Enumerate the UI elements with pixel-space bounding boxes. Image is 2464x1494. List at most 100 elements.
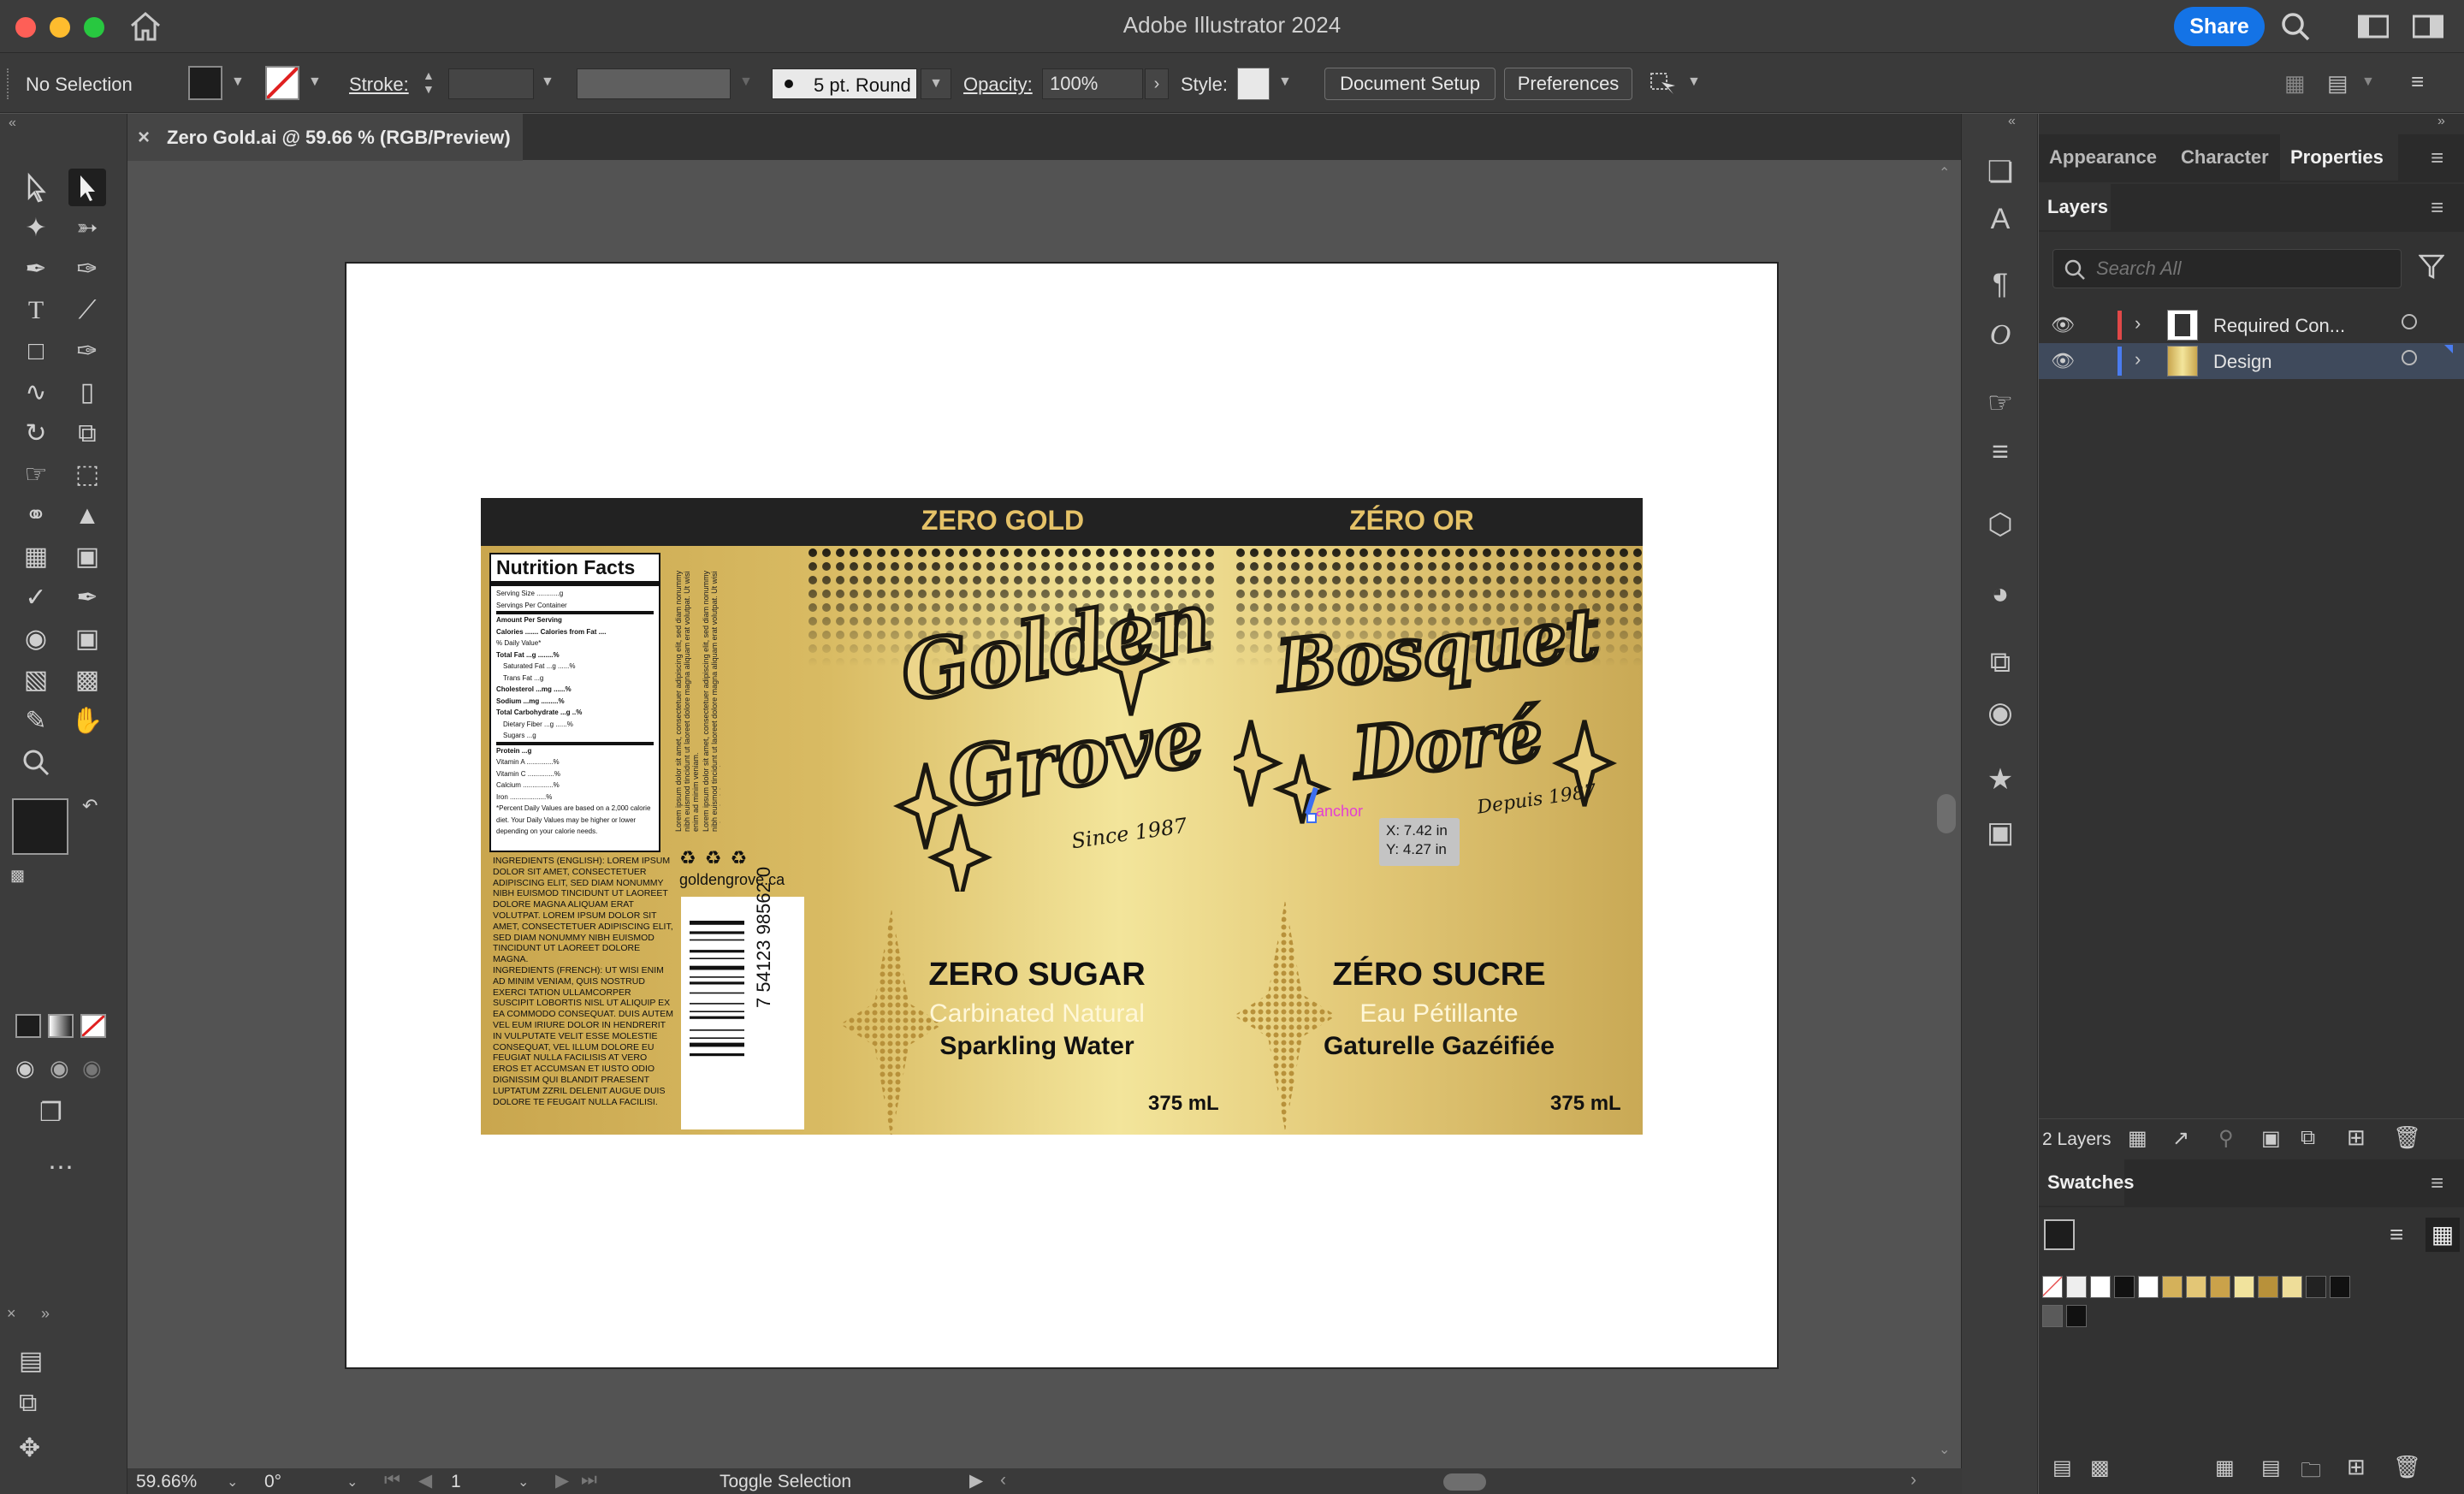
artboard-tool-icon[interactable]: ▩ [68,661,106,699]
direct-selection-tool-icon[interactable] [68,169,106,206]
swatch-chip[interactable] [2162,1276,2183,1298]
layer-name[interactable]: Required Con... [2213,315,2345,337]
layers-search-input[interactable] [2096,257,2387,281]
swatch-chip[interactable] [2210,1276,2230,1298]
transparency-icon[interactable]: ◉ [1962,696,2039,730]
magic-wand-tool-icon[interactable]: ✦ [17,210,55,247]
warp-tool-icon[interactable]: ☞ [17,456,55,494]
align-panel-icon[interactable]: ▤ [19,1346,43,1376]
collect-export-icon[interactable]: ▦ [2128,1126,2147,1151]
align-chevron-icon[interactable]: ▼ [2361,74,2375,90]
swatch-chip[interactable] [2138,1276,2159,1298]
document-tab[interactable]: × Zero Gold.ai @ 59.66 % (RGB/Preview) [127,114,523,161]
swatch-libraries-icon[interactable]: ▤ [2052,1455,2072,1480]
measure-tool-icon[interactable]: ✒ [68,579,106,617]
layer-row-required[interactable]: 👁 › Required Con... [2039,307,2464,343]
eyedropper-tool-icon[interactable]: ✓ [17,579,55,617]
zoom-tool-icon[interactable] [17,744,55,781]
zoom-chevron-icon[interactable]: ⌄ [227,1473,238,1491]
new-swatch-icon[interactable]: ⊞ [2347,1454,2366,1480]
stroke-weight-field[interactable] [448,68,534,99]
mini-panel-close-icon[interactable]: × [7,1305,16,1323]
rotate-tool-icon[interactable]: ↻ [17,415,55,453]
vertical-scrollbar[interactable]: ⌃ ⌄ [1932,161,1961,1468]
none-mode-icon[interactable] [80,1014,106,1038]
workspace-switcher-icon[interactable] [2357,14,2390,39]
shape-builder-tool-icon[interactable]: ⚭ [17,497,55,535]
color-palette-icon[interactable]: ★ [1962,762,2039,797]
filter-icon[interactable] [2418,252,2445,284]
pen-tool-icon[interactable]: ✒ [17,251,55,288]
artboard-chevron-icon[interactable]: ⌄ [518,1473,529,1491]
eraser-tool-icon[interactable]: ▯ [68,374,106,412]
swatch-chip[interactable] [2066,1305,2087,1327]
swatch-chip[interactable] [2258,1276,2278,1298]
share-button[interactable]: Share [2174,7,2265,46]
close-tab-icon[interactable]: × [138,126,150,150]
opacity-label[interactable]: Opacity: [963,74,1033,96]
swatch-chip[interactable] [2090,1276,2111,1298]
variable-width-profile[interactable] [577,68,731,99]
paragraph-icon[interactable]: ¶ [1962,268,2039,301]
mini-panel-expand-icon[interactable]: » [41,1305,50,1323]
scroll-left-arrow-icon[interactable]: ‹ [1000,1470,1006,1491]
list-view-icon[interactable]: ≡ [2390,1221,2403,1248]
curvature-tool-icon[interactable]: ✑ [68,251,106,288]
export-layer-icon[interactable]: ↗ [2172,1126,2189,1151]
panel-toggle-icon[interactable] [2412,14,2444,39]
align-icon[interactable]: ▤ [2327,70,2353,96]
style-chevron-icon[interactable]: ▼ [1278,74,1292,90]
swatches-panel-menu-icon[interactable]: ≡ [2431,1170,2443,1196]
fill-color-large-swatch[interactable] [12,798,68,855]
swatch-chip[interactable] [2186,1276,2206,1298]
swatch-chip[interactable] [2282,1276,2302,1298]
stroke-weight-stepper[interactable]: ▲ ▼ [423,68,440,99]
dock-expand-icon[interactable]: » [2437,114,2445,129]
arrange-icon[interactable]: ▦ [2284,70,2310,96]
layer-row-design[interactable]: 👁 › Design [2039,343,2464,379]
top-panel-menu-icon[interactable]: ≡ [2431,145,2443,171]
rectangle-tool-icon[interactable]: □ [17,333,55,371]
rotation-field[interactable]: 0° [264,1472,341,1492]
select-similar-chevron-icon[interactable]: ▼ [1687,74,1701,90]
rotation-chevron-icon[interactable]: ⌄ [346,1473,358,1491]
gradient-tool-icon[interactable]: ▣ [68,538,106,576]
expand-layer-chevron-icon[interactable]: › [2135,312,2141,335]
layers-panel-menu-icon[interactable]: ≡ [2431,194,2443,221]
opacity-arrow-icon[interactable]: › [1145,68,1169,99]
can-label-artwork[interactable]: ZERO GOLD ZÉRO OR Nutrition Facts Servin… [481,498,1643,1135]
shaper-tool-icon[interactable]: ∿ [17,374,55,412]
slice-tool-icon[interactable]: ✎ [17,703,55,740]
artboard-number-field[interactable]: 1 [451,1472,511,1492]
selection-tool-icon[interactable] [17,169,55,206]
create-new-layer-icon[interactable]: ⊞ [2347,1124,2366,1151]
perspective-grid-tool-icon[interactable]: ▲ [68,497,106,535]
symbol-sprayer-tool-icon[interactable]: ▣ [68,620,106,658]
search-icon[interactable] [2279,10,2312,43]
visibility-eye-icon[interactable]: 👁 [2051,350,2075,372]
stroke-weight-chevron-icon[interactable]: ▼ [541,74,554,90]
last-artboard-icon[interactable]: ⏭ [581,1470,597,1491]
preferences-button[interactable]: Preferences [1504,68,1632,100]
opentype-icon[interactable]: O [1962,319,2039,352]
swatch-chip[interactable] [2114,1276,2135,1298]
stroke-dropdown-chevron-icon[interactable]: ▼ [308,74,322,90]
previous-artboard-icon[interactable]: ◀ [418,1470,432,1491]
lasso-tool-icon[interactable]: ➳ [68,210,106,247]
expand-layer-chevron-icon[interactable]: › [2135,348,2141,371]
fill-color-swatch[interactable] [188,66,222,100]
screen-mode-icon[interactable]: ❐ [39,1098,62,1128]
zoom-level-field[interactable]: 59.66% [136,1472,222,1492]
3d-materials-icon[interactable]: ⬡ [1962,507,2039,542]
make-clipping-mask-icon[interactable]: ▣ [2261,1126,2281,1151]
tab-swatches[interactable]: Swatches [2039,1159,2135,1206]
hand-tool-icon[interactable]: ✋ [68,703,106,740]
scale-tool-icon[interactable]: ⧉ [68,415,106,453]
paragraph-styles-icon[interactable]: ❏ [1962,155,2039,189]
pathfinder-panel-icon[interactable]: ⧉ [19,1389,37,1418]
gradient-panel-icon[interactable]: ▣ [1962,815,2039,850]
document-setup-button[interactable]: Document Setup [1324,68,1496,100]
strip-collapse-icon[interactable]: « [2008,114,2016,129]
export-icon[interactable]: ⧉ [1962,646,2039,679]
next-artboard-icon[interactable]: ▶ [555,1470,569,1491]
